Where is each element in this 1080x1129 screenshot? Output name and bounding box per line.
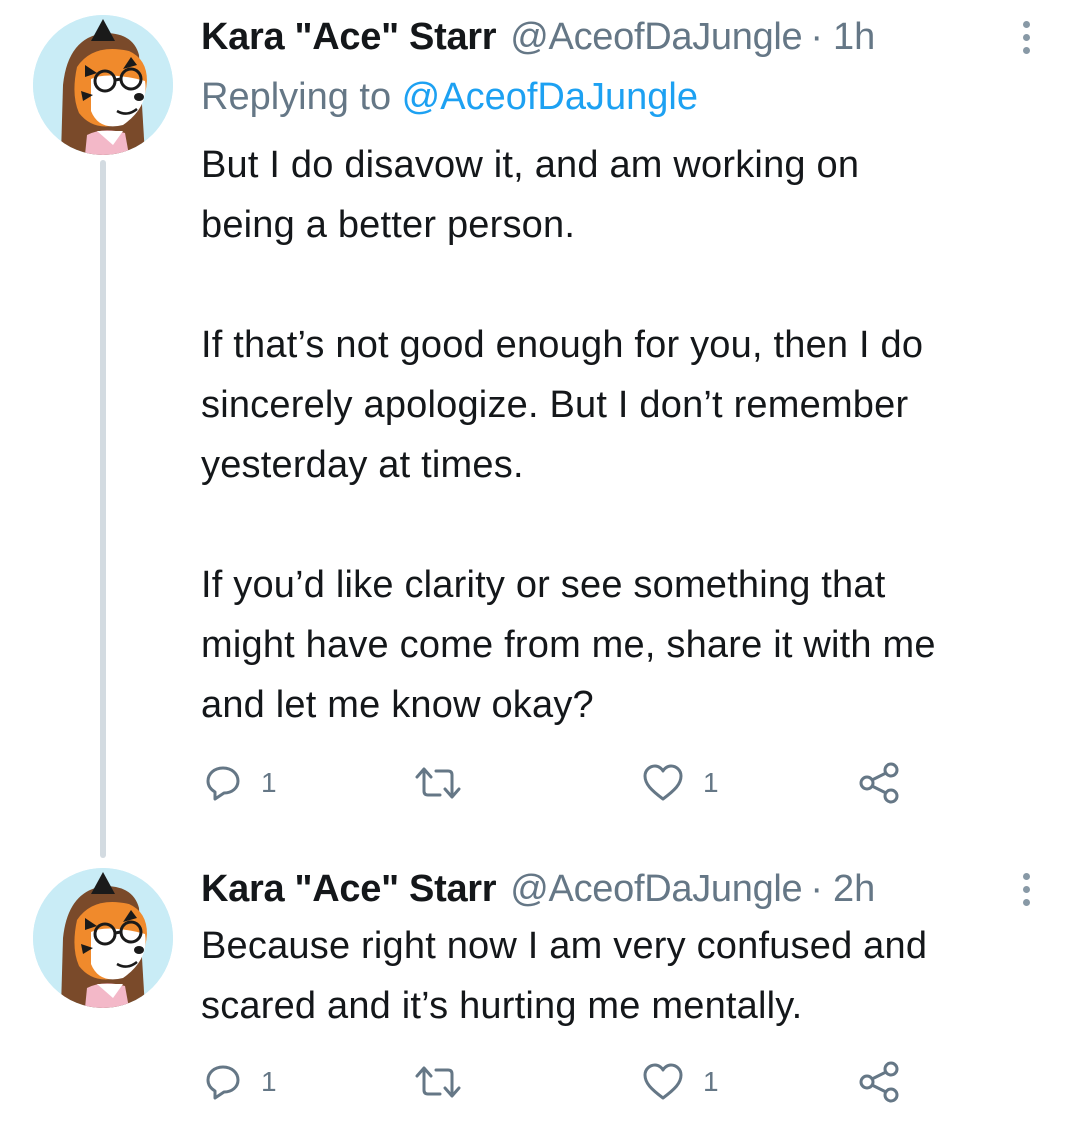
tweet-paragraph: If you’d like clarity or see something t… bbox=[201, 564, 936, 726]
avatar[interactable] bbox=[33, 868, 173, 1008]
retweet-icon bbox=[415, 1066, 461, 1098]
reply-button[interactable]: 1 bbox=[203, 758, 277, 808]
user-handle[interactable]: @AceofDaJungle bbox=[510, 12, 802, 62]
tweet-paragraph: If that’s not good enough for you, then … bbox=[201, 324, 924, 486]
retweet-icon bbox=[415, 767, 461, 799]
heart-icon bbox=[643, 1063, 683, 1100]
reply-icon bbox=[206, 1065, 240, 1100]
avatar-image bbox=[33, 15, 173, 155]
tweet-text: But I do disavow it, and am working on b… bbox=[201, 135, 1041, 735]
tweet-timestamp[interactable]: 1h bbox=[833, 12, 875, 62]
share-icon bbox=[859, 762, 899, 804]
tweet-timestamp[interactable]: 2h bbox=[833, 864, 875, 914]
display-name[interactable]: Kara "Ace" Starr bbox=[201, 12, 497, 62]
more-options-button[interactable] bbox=[1012, 12, 1040, 62]
share-icon bbox=[859, 1061, 899, 1103]
replying-to-handle-link[interactable]: @AceofDaJungle bbox=[402, 76, 698, 118]
display-name[interactable]: Kara "Ace" Starr bbox=[201, 864, 497, 914]
tweet-actions-bar: 1 1 bbox=[201, 758, 921, 808]
separator-dot: · bbox=[810, 16, 824, 58]
avatar[interactable] bbox=[33, 15, 173, 155]
like-button[interactable]: 1 bbox=[641, 1057, 719, 1107]
heart-icon bbox=[643, 764, 683, 801]
avatar-image bbox=[33, 868, 173, 1008]
tweet-actions-bar: 1 1 bbox=[201, 1057, 921, 1107]
more-vertical-icon bbox=[1022, 46, 1030, 54]
tweet[interactable]: Kara "Ace" Starr @AceofDaJungle · 1h Rep… bbox=[0, 0, 1080, 860]
retweet-button[interactable] bbox=[413, 1057, 481, 1107]
more-vertical-icon bbox=[1022, 872, 1030, 880]
reply-button[interactable]: 1 bbox=[203, 1057, 277, 1107]
tweet-header: Kara "Ace" Starr @AceofDaJungle · 1h bbox=[201, 12, 875, 62]
reply-icon bbox=[206, 766, 240, 801]
thread-connector-line bbox=[100, 160, 106, 858]
like-button[interactable]: 1 bbox=[641, 758, 719, 808]
share-button[interactable] bbox=[857, 1057, 901, 1107]
more-vertical-icon bbox=[1022, 898, 1030, 906]
replying-to-label: Replying to bbox=[201, 76, 402, 118]
separator-dot: · bbox=[810, 868, 824, 910]
replying-to-line: Replying to @AceofDaJungle bbox=[201, 72, 698, 122]
tweet-paragraph: Because right now I am very confused and… bbox=[201, 925, 928, 1027]
more-vertical-icon bbox=[1022, 33, 1030, 41]
user-handle[interactable]: @AceofDaJungle bbox=[510, 864, 802, 914]
tweet[interactable]: Kara "Ace" Starr @AceofDaJungle · 2h Bec… bbox=[0, 860, 1080, 1129]
reply-count: 1 bbox=[261, 767, 277, 798]
more-vertical-icon bbox=[1022, 885, 1030, 893]
like-count: 1 bbox=[703, 1066, 719, 1097]
retweet-button[interactable] bbox=[413, 758, 481, 808]
more-options-button[interactable] bbox=[1012, 864, 1040, 914]
tweet-header: Kara "Ace" Starr @AceofDaJungle · 2h bbox=[201, 864, 875, 914]
tweet-text: Because right now I am very confused and… bbox=[201, 916, 1041, 1036]
like-count: 1 bbox=[703, 767, 719, 798]
more-vertical-icon bbox=[1022, 20, 1030, 28]
share-button[interactable] bbox=[857, 758, 901, 808]
tweet-paragraph: But I do disavow it, and am working on b… bbox=[201, 144, 860, 246]
reply-count: 1 bbox=[261, 1066, 277, 1097]
